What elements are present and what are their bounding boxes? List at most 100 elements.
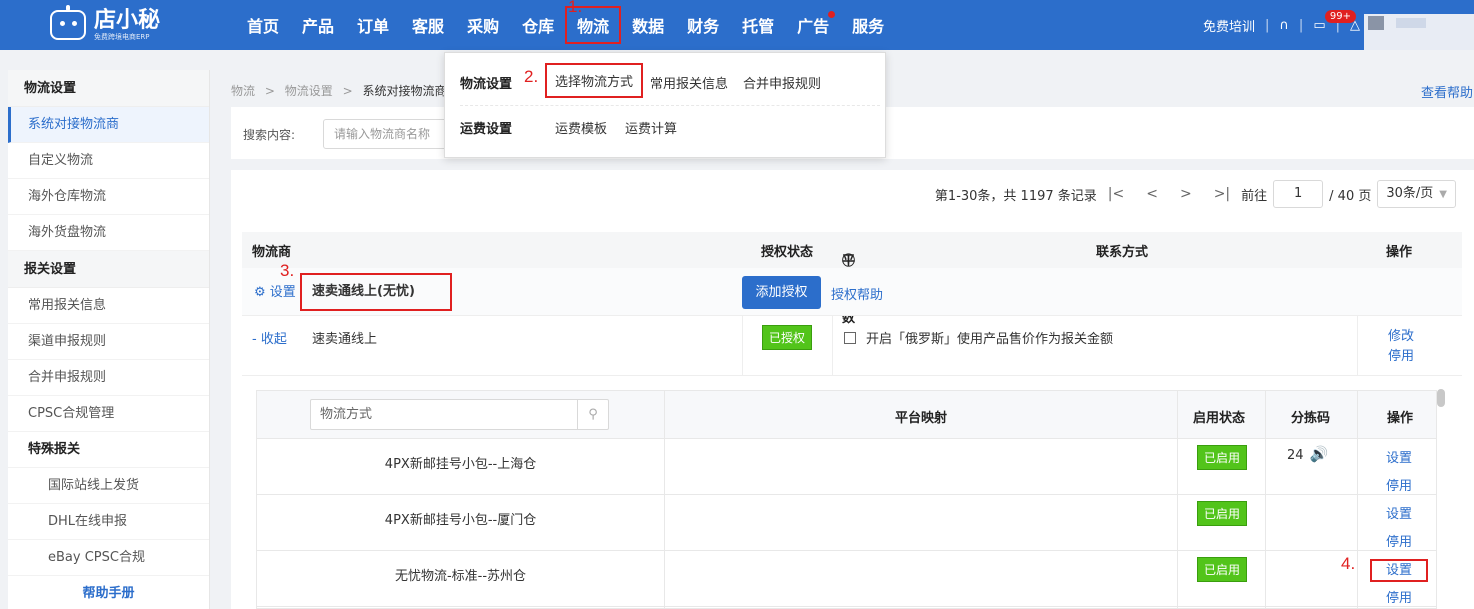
divider: | xyxy=(1265,17,1270,33)
sidebar-group-customs: 报关设置 xyxy=(8,251,209,288)
sidebar-item-overseas-warehouse[interactable]: 海外仓库物流 xyxy=(8,179,209,215)
view-help-link[interactable]: 查看帮助 xyxy=(1421,82,1473,101)
set-link[interactable]: 设置 xyxy=(1386,501,1412,529)
sidebar-item-ebay-cpsc[interactable]: eBay CPSC合规 xyxy=(8,540,209,576)
carrier-settings-button[interactable]: ⚙ 设置 xyxy=(254,281,296,300)
nav-ads[interactable]: 广告 xyxy=(797,11,836,37)
gear-icon: ⚙ xyxy=(254,285,266,300)
select-shipping-method-link[interactable]: 选择物流方式 xyxy=(545,63,644,98)
next-page-icon[interactable]: > xyxy=(1180,186,1192,202)
page-size-select[interactable]: 30条/页 ▼ xyxy=(1377,180,1456,208)
nav-ads-label: 广告 xyxy=(797,17,830,36)
sidebar-item-cpsc[interactable]: CPSC合规管理 xyxy=(8,396,209,432)
set-link[interactable]: 设置 xyxy=(1386,445,1412,473)
help-manual-link[interactable]: 帮助手册 xyxy=(8,576,209,609)
carrier-search-input[interactable]: 请输入物流商名称 xyxy=(323,119,463,149)
sidebar-item-system-carriers[interactable]: 系统对接物流商 xyxy=(8,107,209,143)
add-auth-button[interactable]: 添加授权 xyxy=(742,276,821,309)
page-input[interactable]: 1 xyxy=(1273,180,1324,208)
dropdown-group-freight: 运费设置 xyxy=(460,122,513,137)
question-icon[interactable]: ⓘ xyxy=(842,250,855,269)
first-page-icon[interactable]: |< xyxy=(1108,186,1124,202)
freight-calc-link[interactable]: 运费计算 xyxy=(625,118,677,137)
col-sort-code: 分拣码 xyxy=(1291,411,1331,426)
table-row: 4PX新邮挂号小包--厦门仓 已启用 设置 停用 xyxy=(257,495,1436,551)
last-page-icon[interactable]: >| xyxy=(1214,186,1230,202)
set-link[interactable]: 设置 xyxy=(1370,559,1429,582)
breadcrumb-sep: > xyxy=(342,84,353,98)
enabled-badge: 已启用 xyxy=(1197,557,1248,582)
col-ops: 操作 xyxy=(1386,244,1413,260)
checkbox-label: 开启「俄罗斯」使用产品售价作为报关金额 xyxy=(866,332,1114,347)
row-ops: 设置 停用 xyxy=(1370,557,1429,608)
method-name: 无忧物流-标准--苏州仓 xyxy=(394,569,527,584)
enabled-badge: 已启用 xyxy=(1197,445,1248,470)
breadcrumb-logistics[interactable]: 物流 xyxy=(231,84,255,98)
nav-finance[interactable]: 财务 xyxy=(687,13,719,37)
logo-name: 店小秘 xyxy=(94,7,161,33)
nav-service[interactable]: 客服 xyxy=(412,13,444,37)
row-ops: 设置 停用 xyxy=(1386,445,1412,501)
nav-purchase[interactable]: 采购 xyxy=(467,13,499,37)
russia-price-checkbox[interactable]: 开启「俄罗斯」使用产品售价作为报关金额 xyxy=(844,328,1113,347)
cell-divider xyxy=(1357,316,1358,376)
row-ops: 设置 停用 xyxy=(1386,501,1412,557)
sidebar-item-special-customs[interactable]: 特殊报关 xyxy=(8,432,209,468)
breadcrumb-sep: > xyxy=(264,84,275,98)
breadcrumb-settings[interactable]: 物流设置 xyxy=(285,84,333,98)
col-enabled: 启用状态 xyxy=(1193,411,1246,426)
shipping-methods-table: 物流方式 ⚲ 平台映射 启用状态 分拣码 操作 4PX新邮挂号小包--上海仓 已启… xyxy=(256,390,1437,609)
collapse-link[interactable]: - 收起 xyxy=(252,328,287,347)
nav-warehouse[interactable]: 仓库 xyxy=(522,13,554,37)
shipping-method-placeholder: 物流方式 xyxy=(320,407,373,422)
carrier-row: ⚙ 设置 速卖通线上(无忧) 添加授权 授权帮助 xyxy=(242,268,1462,316)
chevron-down-icon: ▼ xyxy=(1439,189,1447,200)
logistics-dropdown-menu: 物流设置 2. 选择物流方式 常用报关信息 合并申报规则 运费设置 运费模板 运… xyxy=(444,52,886,158)
col-carrier: 物流商 xyxy=(252,244,292,260)
annotation-4: 4. xyxy=(1341,554,1356,573)
disable-link[interactable]: 停用 xyxy=(1388,347,1414,367)
settings-label: 设置 xyxy=(269,285,296,300)
common-customs-info-link[interactable]: 常用报关信息 xyxy=(650,73,728,92)
headset-icon[interactable]: ∩ xyxy=(1279,18,1289,33)
sidebar-item-customs-info[interactable]: 常用报关信息 xyxy=(8,288,209,324)
scrollbar-thumb[interactable] xyxy=(1437,389,1445,407)
edit-link[interactable]: 修改 xyxy=(1388,327,1414,347)
nav-products[interactable]: 产品 xyxy=(302,13,334,37)
nav-services[interactable]: 服务 xyxy=(852,13,884,37)
shipping-method-search[interactable]: 物流方式 ⚲ xyxy=(310,399,609,430)
account-name: 速卖通线上 xyxy=(312,332,378,347)
sidebar-item-merge-rules[interactable]: 合并申报规则 xyxy=(8,360,209,396)
user-avatar[interactable] xyxy=(1364,14,1474,50)
cell-divider xyxy=(742,316,743,376)
table-row: 无忧物流-标准--苏州仓 已启用 设置 停用 xyxy=(257,551,1436,608)
speaker-icon[interactable]: 🔊 xyxy=(1310,445,1329,463)
prev-page-icon[interactable]: < xyxy=(1146,186,1158,202)
auth-help-link[interactable]: 授权帮助 xyxy=(831,284,883,303)
nav-data[interactable]: 数据 xyxy=(632,13,664,37)
notification-dot xyxy=(828,11,836,18)
carrier-list-panel: 第1-30条，共 1197 条记录 |< < > >| 前往 1 / 40 页 … xyxy=(231,170,1474,609)
freight-template-link[interactable]: 运费模板 xyxy=(555,118,607,137)
book-icon[interactable]: ▭ xyxy=(1313,18,1325,33)
nav-hosting[interactable]: 托管 xyxy=(742,13,774,37)
nav-home[interactable]: 首页 xyxy=(247,13,279,37)
enabled-badge: 已启用 xyxy=(1197,501,1248,526)
search-icon[interactable]: ⚲ xyxy=(577,400,608,429)
merge-declare-rules-link[interactable]: 合并申报规则 xyxy=(743,73,821,92)
disable-link[interactable]: 停用 xyxy=(1386,585,1428,608)
training-link[interactable]: 免费培训 xyxy=(1203,16,1255,35)
sidebar-item-overseas-pallet[interactable]: 海外货盘物流 xyxy=(8,215,209,251)
sidebar-item-intl-station[interactable]: 国际站线上发货 xyxy=(8,468,209,504)
sidebar-item-custom-logistics[interactable]: 自定义物流 xyxy=(8,143,209,179)
logo[interactable]: 店小秘 免费跨境电商ERP xyxy=(50,5,161,44)
total-pages: / 40 页 xyxy=(1329,188,1372,204)
checkbox-icon xyxy=(844,331,856,344)
sort-code-value: 24 xyxy=(1287,448,1304,463)
sidebar-item-channel-rules[interactable]: 渠道申报规则 xyxy=(8,324,209,360)
goto-label: 前往 xyxy=(1241,188,1268,204)
sidebar-item-dhl[interactable]: DHL在线申报 xyxy=(8,504,209,540)
table-row: 4PX新邮挂号小包--上海仓 已启用 24 🔊 设置 停用 xyxy=(257,439,1436,495)
record-summary: 第1-30条，共 1197 条记录 xyxy=(934,188,1097,204)
nav-orders[interactable]: 订单 xyxy=(357,13,389,37)
